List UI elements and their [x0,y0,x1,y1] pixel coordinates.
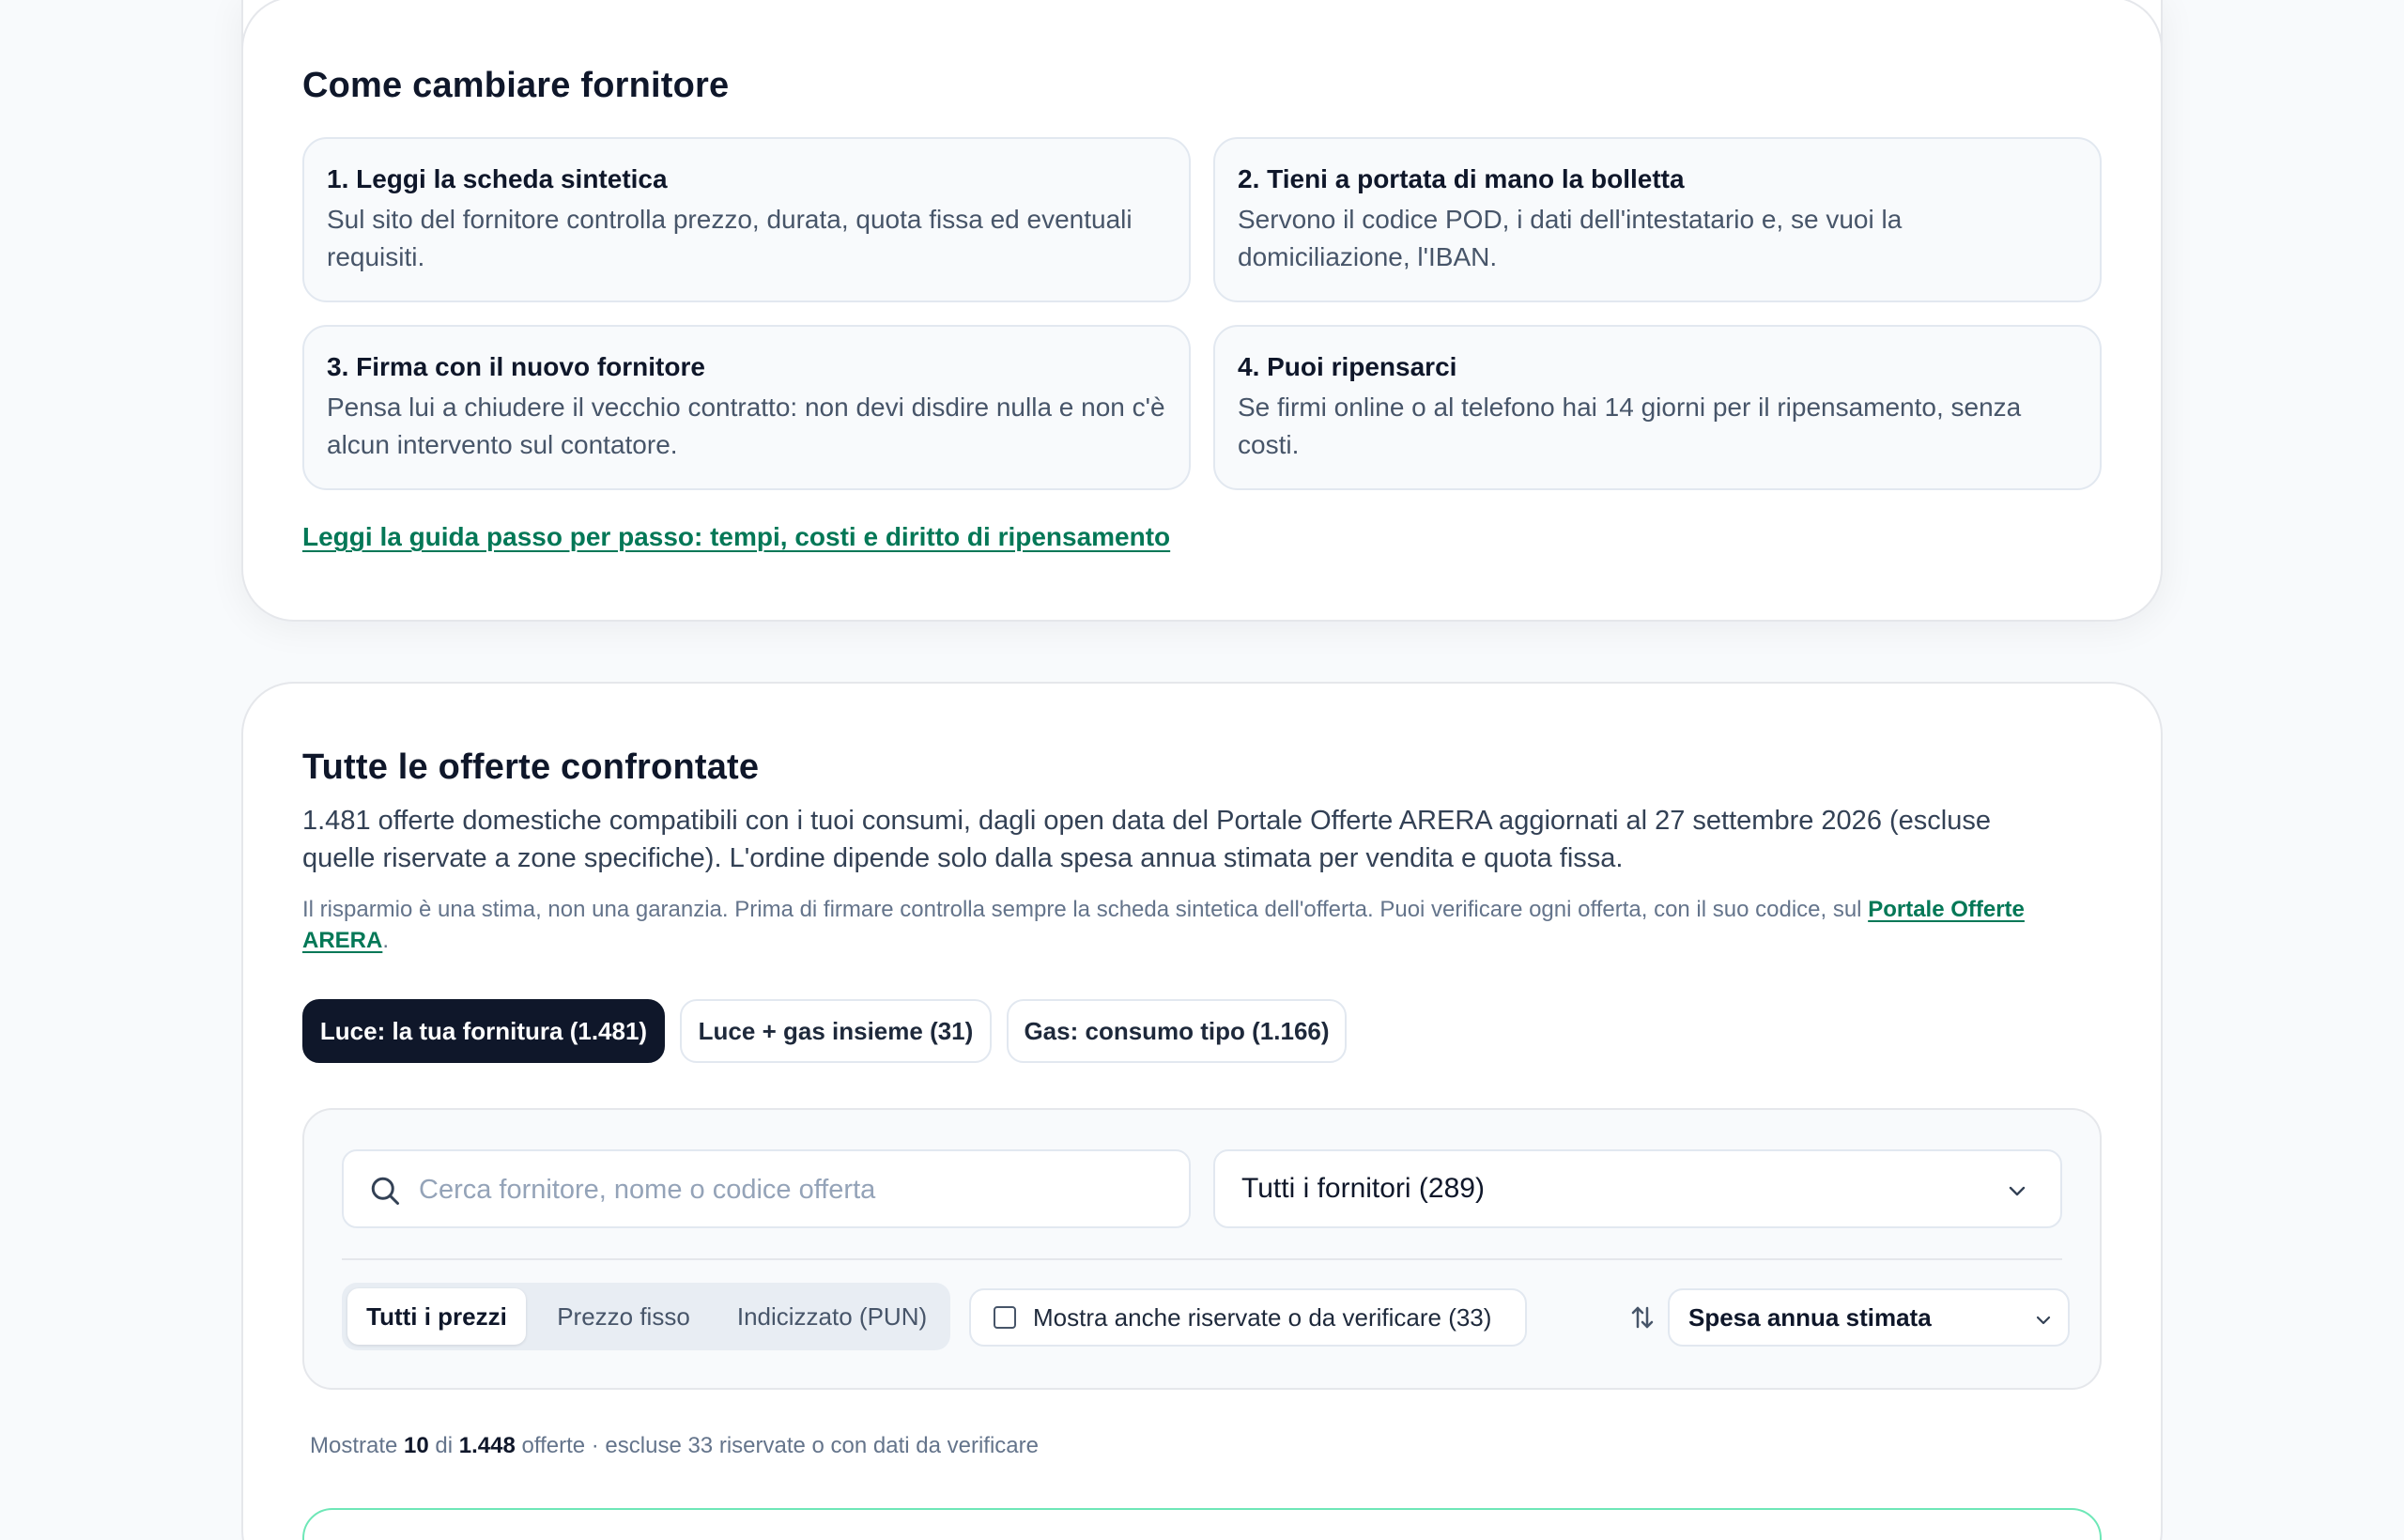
count-shown: 10 [404,1433,429,1458]
sort-select-value: Spesa annua stimata [1688,1302,1932,1332]
tab-electricity[interactable]: Luce: la tua fornitura (1.481) [302,999,665,1063]
search-box [342,1149,1191,1228]
step-title: 2. Tieni a portata di mano la bolletta [1238,164,1685,193]
step-description: Se firmi online o al telefono hai 14 gio… [1238,393,2022,459]
count-middle: di [428,1433,459,1458]
chevron-down-icon [2036,1316,2051,1325]
price-type-all[interactable]: Tutti i prezzi [347,1288,526,1345]
disclaimer-text: Il risparmio è una stima, non una garanz… [302,897,1869,922]
how-to-title: Come cambiare fornitore [302,66,730,105]
guide-link[interactable]: Leggi la guida passo per passo: tempi, c… [302,522,1170,552]
offers-title: Tutte le offerte confrontate [302,747,760,787]
tab-dual-fuel[interactable]: Luce + gas insieme (31) [680,999,992,1063]
show-reserved-label: Mostra anche riservate o da verificare (… [1033,1302,1492,1332]
count-suffix: offerte · escluse 33 riservate o con dat… [515,1433,1039,1458]
filters-panel: Tutti i fornitori (289) Tutti i prezzi P… [302,1108,2102,1390]
step-card-4: 4. Puoi ripensarci Se firmi online o al … [1213,325,2102,490]
step-card-2: 2. Tieni a portata di mano la bolletta S… [1213,137,2102,302]
count-prefix: Mostrate [310,1433,405,1458]
count-total: 1.448 [458,1433,516,1458]
show-reserved-checkbox[interactable] [994,1306,1016,1329]
search-icon [371,1177,399,1205]
offers-lead: 1.481 offerte domestiche compatibili con… [302,806,1991,873]
offers-disclaimer: Il risparmio è una stima, non una garanz… [302,894,2068,956]
chevron-down-icon [2009,1186,2026,1196]
step-card-1: 1. Leggi la scheda sintetica Sul sito de… [302,137,1191,302]
sort-select[interactable]: Spesa annua stimata [1668,1288,2070,1347]
step-description: Sul sito del fornitore controlla prezzo,… [327,205,1133,271]
step-description: Servono il codice POD, i dati dell'intes… [1238,205,1903,271]
price-type-fixed[interactable]: Prezzo fisso [530,1288,717,1345]
sort-arrows-icon [1631,1306,1654,1329]
tab-gas[interactable]: Gas: consumo tipo (1.166) [1007,999,1347,1063]
results-count: Mostrate 10 di 1.448 offerte · escluse 3… [310,1433,1039,1459]
price-type-toggle: Tutti i prezzi Prezzo fisso Indicizzato … [342,1283,950,1350]
supplier-select[interactable]: Tutti i fornitori (289) [1213,1149,2062,1228]
search-input[interactable] [419,1164,1170,1215]
supplier-select-value: Tutti i fornitori (289) [1241,1173,1485,1204]
show-reserved-toggle[interactable]: Mostra anche riservate o da verificare (… [969,1288,1527,1347]
step-title: 4. Puoi ripensarci [1238,352,1457,381]
step-title: 1. Leggi la scheda sintetica [327,164,668,193]
price-type-indexed[interactable]: Indicizzato (PUN) [721,1288,943,1345]
step-title: 3. Firma con il nuovo fornitore [327,352,705,381]
step-card-3: 3. Firma con il nuovo fornitore Pensa lu… [302,325,1191,490]
divider [342,1258,2062,1260]
offer-card[interactable] [302,1508,2102,1540]
step-description: Pensa lui a chiudere il vecchio contratt… [327,393,1165,459]
disclaimer-end: . [382,928,390,953]
